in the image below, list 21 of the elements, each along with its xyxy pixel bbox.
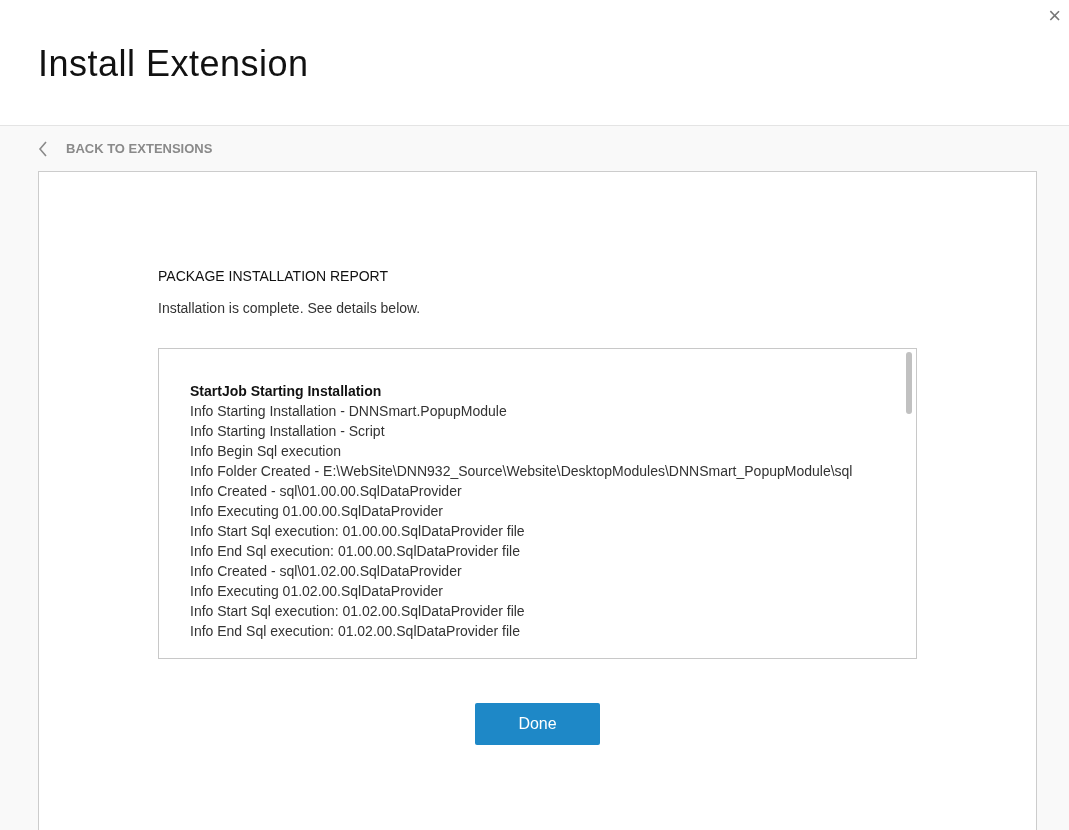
log-line: Info End Sql execution: 01.02.00.SqlDataProvider file [190,622,521,641]
log-line: Info Created - sql\01.02.00.SqlDataProvider [190,562,463,581]
log-line: Info Folder Created - E:\WebSite\DNN932_Source\Website\DesktopModules\DNNSmart_PopupModule\sql [190,462,854,481]
log-line: Info Executing 01.00.00.SqlDataProvider [190,502,444,521]
log-line: Info Start Sql execution: 01.00.00.SqlDataProvider file [190,522,526,541]
log-line: Info Created - sql\01.00.00.SqlDataProvider [190,482,463,501]
chevron-left-icon [38,140,48,157]
log-line: Info End Sql execution: 01.00.00.SqlDataProvider file [190,542,521,561]
log-line: Info Starting Installation - DNNSmart.PopupModule [190,402,508,421]
log-line: Info Begin Sql execution [190,442,342,461]
log-line: Info Executing 01.02.00.SqlDataProvider [190,582,444,601]
report-title: PACKAGE INSTALLATION REPORT [158,268,389,284]
close-button[interactable]: × [1042,3,1067,29]
scrollbar-thumb[interactable] [906,352,912,414]
log-line: Info Starting Installation - Script [190,422,386,441]
log-line: Info Start Sql execution: 01.02.00.SqlDataProvider file [190,602,526,621]
back-link[interactable]: BACK TO EXTENSIONS [38,140,213,157]
report-message: Installation is complete. See details below. [158,300,422,316]
dialog-title: Install Extension [38,41,309,85]
done-button[interactable]: Done [475,703,600,745]
log-heading: StartJob Starting Installation [190,382,383,401]
